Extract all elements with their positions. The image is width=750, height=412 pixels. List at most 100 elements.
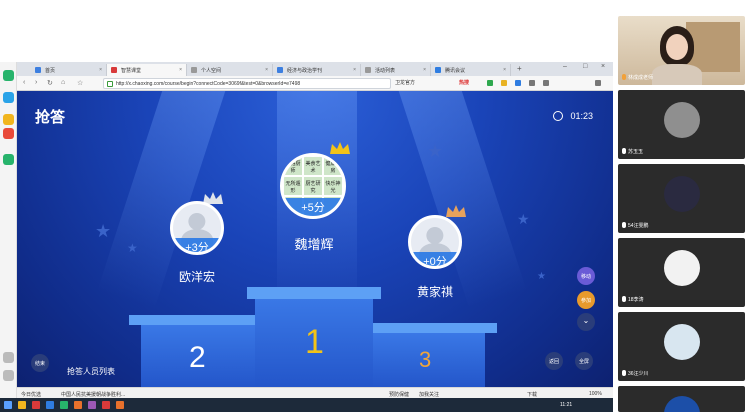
taskbar-app-icon[interactable] bbox=[32, 401, 40, 409]
podium-top bbox=[247, 287, 381, 299]
star-icon: ★ bbox=[537, 271, 546, 282]
participant-tile[interactable]: 54汪雯鹏 bbox=[618, 164, 745, 233]
maximize-button[interactable]: □ bbox=[583, 63, 587, 70]
avatar-text: 健康厨房 bbox=[324, 157, 342, 175]
tab-favicon bbox=[365, 67, 371, 73]
mic-muted-icon bbox=[622, 148, 626, 154]
search-suggestion[interactable]: 卫龙官方 bbox=[395, 79, 415, 86]
close-icon[interactable]: × bbox=[353, 67, 356, 73]
end-button[interactable]: 结束 bbox=[31, 354, 49, 372]
toolbar-icon[interactable] bbox=[487, 80, 493, 86]
url-input[interactable]: http://x.chaoxing.com/course/begin?conne… bbox=[103, 78, 391, 89]
mic-icon bbox=[622, 74, 626, 80]
toolbar-icon[interactable] bbox=[515, 80, 521, 86]
taskbar-app-icon[interactable] bbox=[88, 401, 96, 409]
status-news[interactable]: 中国人民抗美援朝战争胜利... bbox=[61, 391, 125, 398]
participant-tile[interactable]: 18李涛 bbox=[618, 238, 745, 307]
winner-name-second: 欧洋宏 bbox=[178, 270, 215, 284]
app-icon[interactable] bbox=[3, 70, 14, 81]
chat-icon[interactable] bbox=[3, 154, 14, 165]
responders-list-link[interactable]: 抢答人员列表 bbox=[67, 366, 115, 377]
status-download[interactable]: 下载 bbox=[527, 391, 537, 398]
url-text: http://x.chaoxing.com/course/begin?conne… bbox=[116, 81, 301, 87]
app-icon[interactable] bbox=[3, 128, 14, 139]
move-button[interactable]: 移动 bbox=[577, 267, 595, 285]
menu-icon[interactable] bbox=[595, 80, 601, 86]
taskbar-app-icon[interactable] bbox=[46, 401, 54, 409]
star-icon: ★ bbox=[427, 141, 444, 161]
tab-tencent-meeting[interactable]: 腾讯会议 × bbox=[431, 64, 511, 76]
app-icon[interactable] bbox=[3, 92, 14, 103]
place-number-first: 1 bbox=[305, 323, 324, 361]
tab-favicon bbox=[35, 67, 41, 73]
avatar-text: 美食艺术 bbox=[304, 157, 322, 175]
taskbar-app-icon[interactable] bbox=[18, 401, 26, 409]
countdown-timer: 01:23 bbox=[553, 111, 593, 121]
tab-personal-space[interactable]: 个人空间 × bbox=[187, 64, 273, 76]
winner-name-third: 黄家祺 bbox=[416, 285, 453, 299]
close-icon[interactable]: × bbox=[179, 67, 182, 73]
taskbar-app-icon[interactable] bbox=[74, 401, 82, 409]
app-sidebar bbox=[0, 62, 17, 398]
toolbar-icon[interactable] bbox=[529, 80, 535, 86]
participant-name: 苏玉玉 bbox=[622, 148, 643, 155]
back-button[interactable]: 返回 bbox=[545, 352, 563, 370]
back-icon[interactable]: ‹ bbox=[23, 79, 25, 86]
status-health[interactable]: 预防保健 bbox=[389, 391, 409, 398]
tab-journal[interactable]: 经济与政治学刊 × bbox=[273, 64, 361, 76]
score-badge: +3分 bbox=[173, 237, 221, 252]
minimize-button[interactable]: – bbox=[563, 63, 567, 70]
fullscreen-button[interactable]: 全屏 bbox=[575, 352, 593, 370]
refresh-icon[interactable]: ↻ bbox=[47, 79, 53, 87]
participant-tile-teacher[interactable]: 林成成老师 bbox=[618, 16, 745, 85]
plus-icon[interactable] bbox=[3, 352, 14, 363]
close-icon[interactable]: × bbox=[99, 67, 102, 73]
toolbar-icon[interactable] bbox=[501, 80, 507, 86]
tab-home[interactable]: 首页 × bbox=[31, 64, 107, 76]
tab-smart-classroom[interactable]: 智慧课堂 × bbox=[107, 64, 187, 76]
status-follow[interactable]: 加我关注 bbox=[419, 391, 439, 398]
mic-muted-icon bbox=[622, 296, 626, 302]
avatar-text: 快乐神光 bbox=[324, 177, 342, 195]
collapse-button[interactable]: ⌄ bbox=[577, 313, 595, 331]
lock-icon bbox=[107, 81, 113, 87]
taskbar-app-icon[interactable] bbox=[116, 401, 124, 409]
avatar-text: 无所遁形 bbox=[284, 177, 302, 195]
close-icon[interactable]: × bbox=[265, 67, 268, 73]
teacher-face bbox=[666, 34, 688, 60]
spotlight-beam bbox=[398, 91, 527, 310]
status-today[interactable]: 今日优选 bbox=[21, 391, 41, 398]
tab-favicon bbox=[277, 67, 283, 73]
settings-icon[interactable] bbox=[3, 370, 14, 381]
close-icon[interactable]: × bbox=[503, 67, 506, 73]
tab-label: 经济与政治学刊 bbox=[287, 68, 323, 74]
taskbar-app-icon[interactable] bbox=[102, 401, 110, 409]
favorite-icon[interactable]: ☆ bbox=[77, 79, 83, 87]
participant-tile-partial[interactable] bbox=[618, 386, 745, 412]
close-icon[interactable]: × bbox=[423, 67, 426, 73]
timer-value: 01:23 bbox=[570, 111, 593, 121]
participant-avatar bbox=[664, 396, 700, 412]
toolbar-icon[interactable] bbox=[543, 80, 549, 86]
participant-name: 54汪雯鹏 bbox=[622, 222, 649, 229]
home-icon[interactable]: ⌂ bbox=[61, 79, 65, 86]
participant-tile[interactable]: 苏玉玉 bbox=[618, 90, 745, 159]
participant-tile[interactable]: 36汪少川 bbox=[618, 312, 745, 381]
browser-window: 首页 × 智慧课堂 × 个人空间 × 经济与政治学刊 × 活动列表 × 腾讯会议… bbox=[17, 62, 613, 398]
tab-label: 智慧课堂 bbox=[121, 68, 142, 74]
status-zoom[interactable]: 100% bbox=[589, 391, 602, 397]
tab-activity-list[interactable]: 活动列表 × bbox=[361, 64, 431, 76]
windows-start-icon[interactable] bbox=[4, 401, 12, 409]
tab-label: 个人空间 bbox=[201, 68, 222, 74]
star-icon[interactable] bbox=[3, 114, 14, 125]
default-avatar-head bbox=[188, 212, 206, 230]
close-window-button[interactable]: × bbox=[601, 63, 605, 70]
forward-icon[interactable]: › bbox=[35, 79, 37, 86]
taskbar-app-icon[interactable] bbox=[60, 401, 68, 409]
participant-avatar bbox=[664, 102, 700, 138]
hot-search-link[interactable]: 热搜 bbox=[459, 79, 469, 86]
join-button[interactable]: 参加 bbox=[577, 291, 595, 309]
new-tab-button[interactable]: + bbox=[517, 64, 522, 73]
star-icon: ★ bbox=[95, 221, 112, 241]
tab-favicon bbox=[111, 67, 117, 73]
